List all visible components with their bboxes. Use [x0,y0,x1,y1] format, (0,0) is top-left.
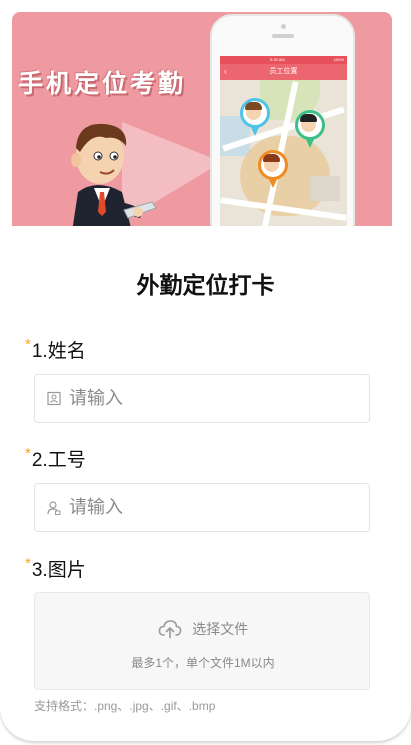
field-label-employee-id: *2.工号 [25,445,86,472]
required-marker: * [25,445,31,462]
select-file-button[interactable]: 选择文件 [35,619,371,639]
field-number: 1. [31,341,48,362]
banner-image: 手机定位考勤 9:30 AM 100% ‹ 员工位置 [12,12,392,226]
id-card-icon [47,391,61,406]
phone-nav-title: 员工位置 [269,68,298,75]
phone-status-battery: 100% [333,57,344,62]
map-pin-icon [258,150,288,188]
phone-camera-icon [281,24,286,29]
required-marker: * [25,555,31,572]
file-upload-area[interactable]: 选择文件 最多1个，单个文件1M以内 [34,592,370,690]
field-label-image: *3.图片 [25,555,86,582]
form-card: 手机定位考勤 9:30 AM 100% ‹ 员工位置 外勤定位打卡 *1.姓名 … [0,0,411,741]
user-badge-icon [47,501,61,515]
cloud-upload-icon [158,620,182,639]
required-marker: * [25,336,31,353]
banner-title: 手机定位考勤 [18,69,187,98]
map-building [310,176,340,201]
supported-formats-note: 支持格式：.png、.jpg、.gif、.bmp [34,699,216,713]
phone-screen: 9:30 AM 100% ‹ 员工位置 [220,56,347,226]
phone-speaker-icon [272,34,294,38]
field-number: 3. [31,560,48,581]
name-input-box[interactable] [34,374,370,423]
phone-status-bar: 9:30 AM 100% [220,56,347,64]
select-file-label: 选择文件 [192,621,249,637]
phone-nav-bar: ‹ 员工位置 [220,64,347,80]
phone-illustration: 9:30 AM 100% ‹ 员工位置 [210,14,355,226]
page-title: 外勤定位打卡 [136,272,275,298]
field-label-text: 工号 [47,450,86,471]
map-pin-icon [295,110,325,148]
employee-id-input-box[interactable] [34,483,370,532]
phone-status-time: 9:30 AM [270,57,285,62]
field-label-name: *1.姓名 [25,336,86,363]
phone-back-icon: ‹ [224,67,227,76]
businessman-illustration [71,123,157,226]
field-label-text: 姓名 [47,341,86,362]
employee-id-input[interactable] [69,484,359,531]
field-number: 2. [31,450,48,471]
map-pin-icon [240,98,270,136]
field-label-text: 图片 [47,560,86,581]
upload-limit-hint: 最多1个，单个文件1M以内 [131,656,275,670]
name-input[interactable] [69,375,359,422]
